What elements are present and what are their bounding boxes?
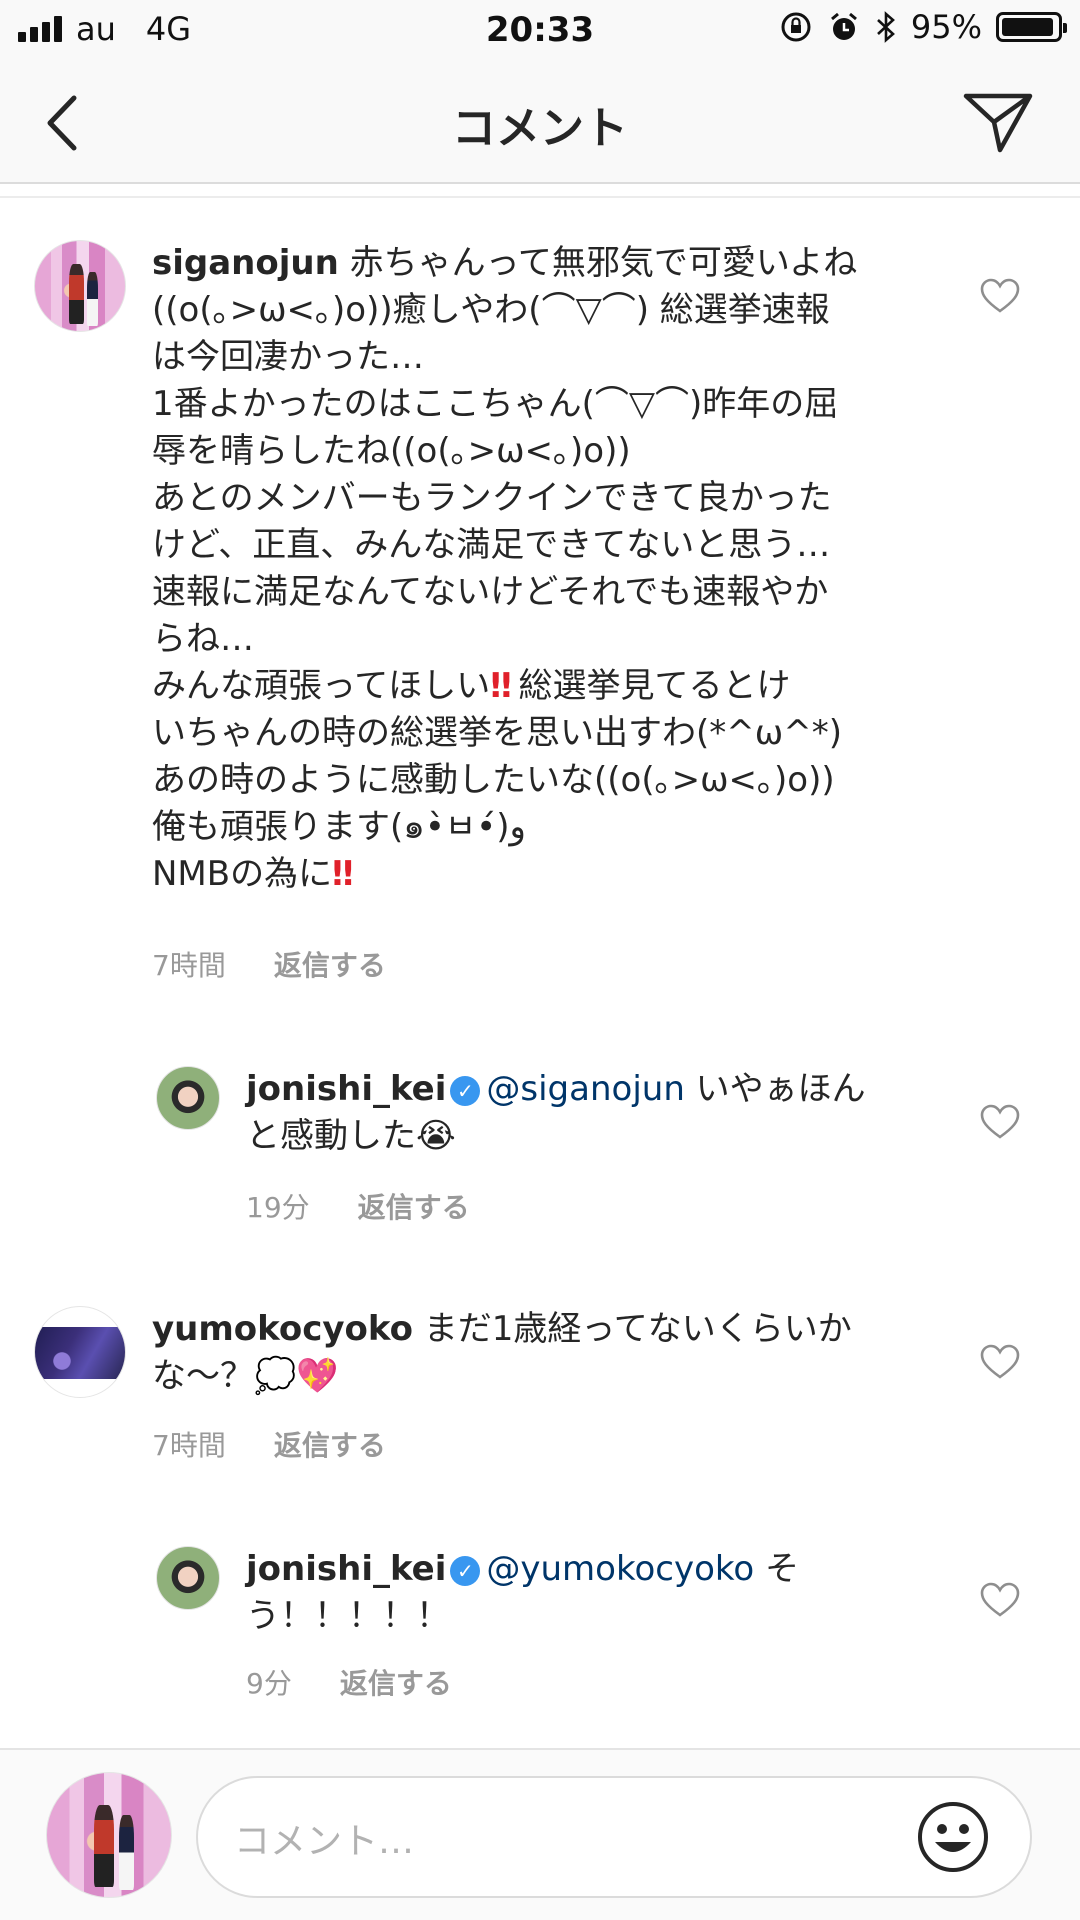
avatar[interactable]	[34, 1306, 126, 1398]
comment-time: 7時間	[152, 1429, 226, 1462]
comment-meta: 9分 返信する	[246, 1662, 452, 1702]
comment-time: 19分	[246, 1191, 310, 1224]
avatar[interactable]	[34, 240, 126, 332]
verified-badge-icon: ✓	[450, 1076, 481, 1106]
comment-line: NMBの為に	[152, 854, 333, 894]
reply-button[interactable]: 返信する	[274, 944, 386, 984]
bluetooth-icon	[876, 11, 895, 43]
comment-line: 俺も頑張ります(๑•̀ㅂ•́)و	[152, 807, 526, 847]
username-link[interactable]: siganojun	[152, 243, 339, 283]
reply-button[interactable]: 返信する	[340, 1662, 452, 1702]
thought-balloon-icon: 💭	[254, 1356, 297, 1396]
paper-plane-icon[interactable]	[960, 88, 1036, 156]
verified-badge-icon: ✓	[450, 1556, 481, 1586]
mention-link[interactable]: @yumokocyoko	[486, 1549, 754, 1589]
battery-percent: 95%	[910, 8, 982, 46]
comment-meta: 7時間 返信する	[152, 1424, 386, 1464]
comment-line-group: NMBの為に‼	[152, 851, 952, 898]
heart-icon[interactable]	[980, 1582, 1020, 1618]
comment-line: 赤ちゃんって無邪気で可愛いよね	[349, 243, 858, 283]
rotation-lock-icon	[781, 12, 811, 42]
avatar[interactable]	[156, 1546, 220, 1610]
heart-icon[interactable]	[980, 278, 1020, 314]
username-link[interactable]: jonishi_kei	[246, 1549, 446, 1589]
comment-text: yumokocyoko まだ1歳経ってないくらいか な～？💭💖	[152, 1306, 952, 1400]
comment-time: 9分	[246, 1667, 292, 1700]
comment-line: まだ1歳経ってないくらいか	[412, 1309, 852, 1349]
comment-line: あの時のように感動したいな((o(｡>ω<｡)o))	[152, 760, 835, 800]
double-exclamation-icon: ‼	[490, 666, 511, 706]
comment-line: 速報に満足なんてないけどそれでも速報やか	[152, 572, 829, 612]
divider	[0, 196, 1080, 198]
comment-line: は今回凄かった…	[152, 337, 424, 377]
comment-text: jonishi_kei ✓ @siganojun いやぁほん と感動した😭	[246, 1066, 946, 1160]
comment-line: らね…	[152, 619, 254, 659]
double-exclamation-icon: ‼	[332, 854, 353, 894]
comment-line: ((o(｡>ω<｡)o))癒しやわ(⌒▽⌒) 総選挙速報	[152, 290, 830, 330]
comment-text: siganojun 赤ちゃんって無邪気で可愛いよね ((o(｡>ω<｡)o))癒…	[152, 240, 952, 898]
comment-input-placeholder: コメント…	[234, 1821, 415, 1862]
comment-line: いやぁほん	[684, 1069, 866, 1109]
mention-link[interactable]: @siganojun	[486, 1069, 684, 1109]
page-title: コメント	[452, 103, 628, 154]
reply-button[interactable]: 返信する	[274, 1424, 386, 1464]
comment-time: 7時間	[152, 949, 226, 982]
heart-icon[interactable]	[980, 1344, 1020, 1380]
status-right: 95%	[779, 8, 1067, 46]
reply-button[interactable]: 返信する	[358, 1186, 470, 1226]
comment-line: そ	[754, 1549, 799, 1589]
comment-line: と感動した	[246, 1116, 416, 1156]
comment-line: けど、正直、みんな満足できてないと思う…	[152, 525, 831, 565]
smiley-icon[interactable]	[916, 1800, 990, 1874]
sparkling-heart-icon: 💖	[296, 1356, 339, 1396]
battery-icon	[996, 12, 1067, 42]
comment-text: jonishi_kei ✓ @yumokocyoko そ う！！！！！	[246, 1546, 946, 1640]
comment-line: いちゃんの時の総選挙を思い出すわ(*^ω^*)	[152, 713, 842, 753]
comment-line: う！！！！！	[246, 1596, 450, 1636]
username-link[interactable]: yumokocyoko	[152, 1309, 413, 1349]
comment-line: みんな頑張ってほしい	[152, 666, 491, 706]
chevron-left-icon[interactable]	[36, 88, 96, 158]
heart-icon[interactable]	[980, 1104, 1020, 1140]
username-link[interactable]: jonishi_kei	[246, 1069, 446, 1109]
comment-line: 総選挙見てるとけ	[518, 666, 791, 706]
comment-input[interactable]: コメント…	[196, 1776, 1032, 1898]
nav-bar: コメント	[0, 62, 1080, 184]
comment-line: 辱を晴らしたね((o(｡>ω<｡)o))	[152, 431, 631, 471]
status-bar: au 4G 20:33 95%	[0, 0, 1080, 62]
comment-meta: 19分 返信する	[246, 1186, 470, 1226]
comment-line: あとのメンバーもランクインできて良かった	[152, 478, 832, 518]
comment-line-group: みんな頑張ってほしい‼ 総選挙見てるとけ	[152, 663, 952, 710]
crying-face-icon: 😭	[416, 1116, 456, 1156]
avatar[interactable]	[156, 1066, 220, 1130]
comment-meta: 7時間 返信する	[152, 944, 386, 984]
alarm-icon	[830, 12, 857, 40]
comment-composer: コメント…	[0, 1748, 1080, 1920]
avatar	[46, 1772, 172, 1898]
comment-line: な～？	[152, 1356, 254, 1396]
comment-line: 1番よかったのはここちゃん(⌒▽⌒)昨年の屈	[152, 384, 839, 424]
